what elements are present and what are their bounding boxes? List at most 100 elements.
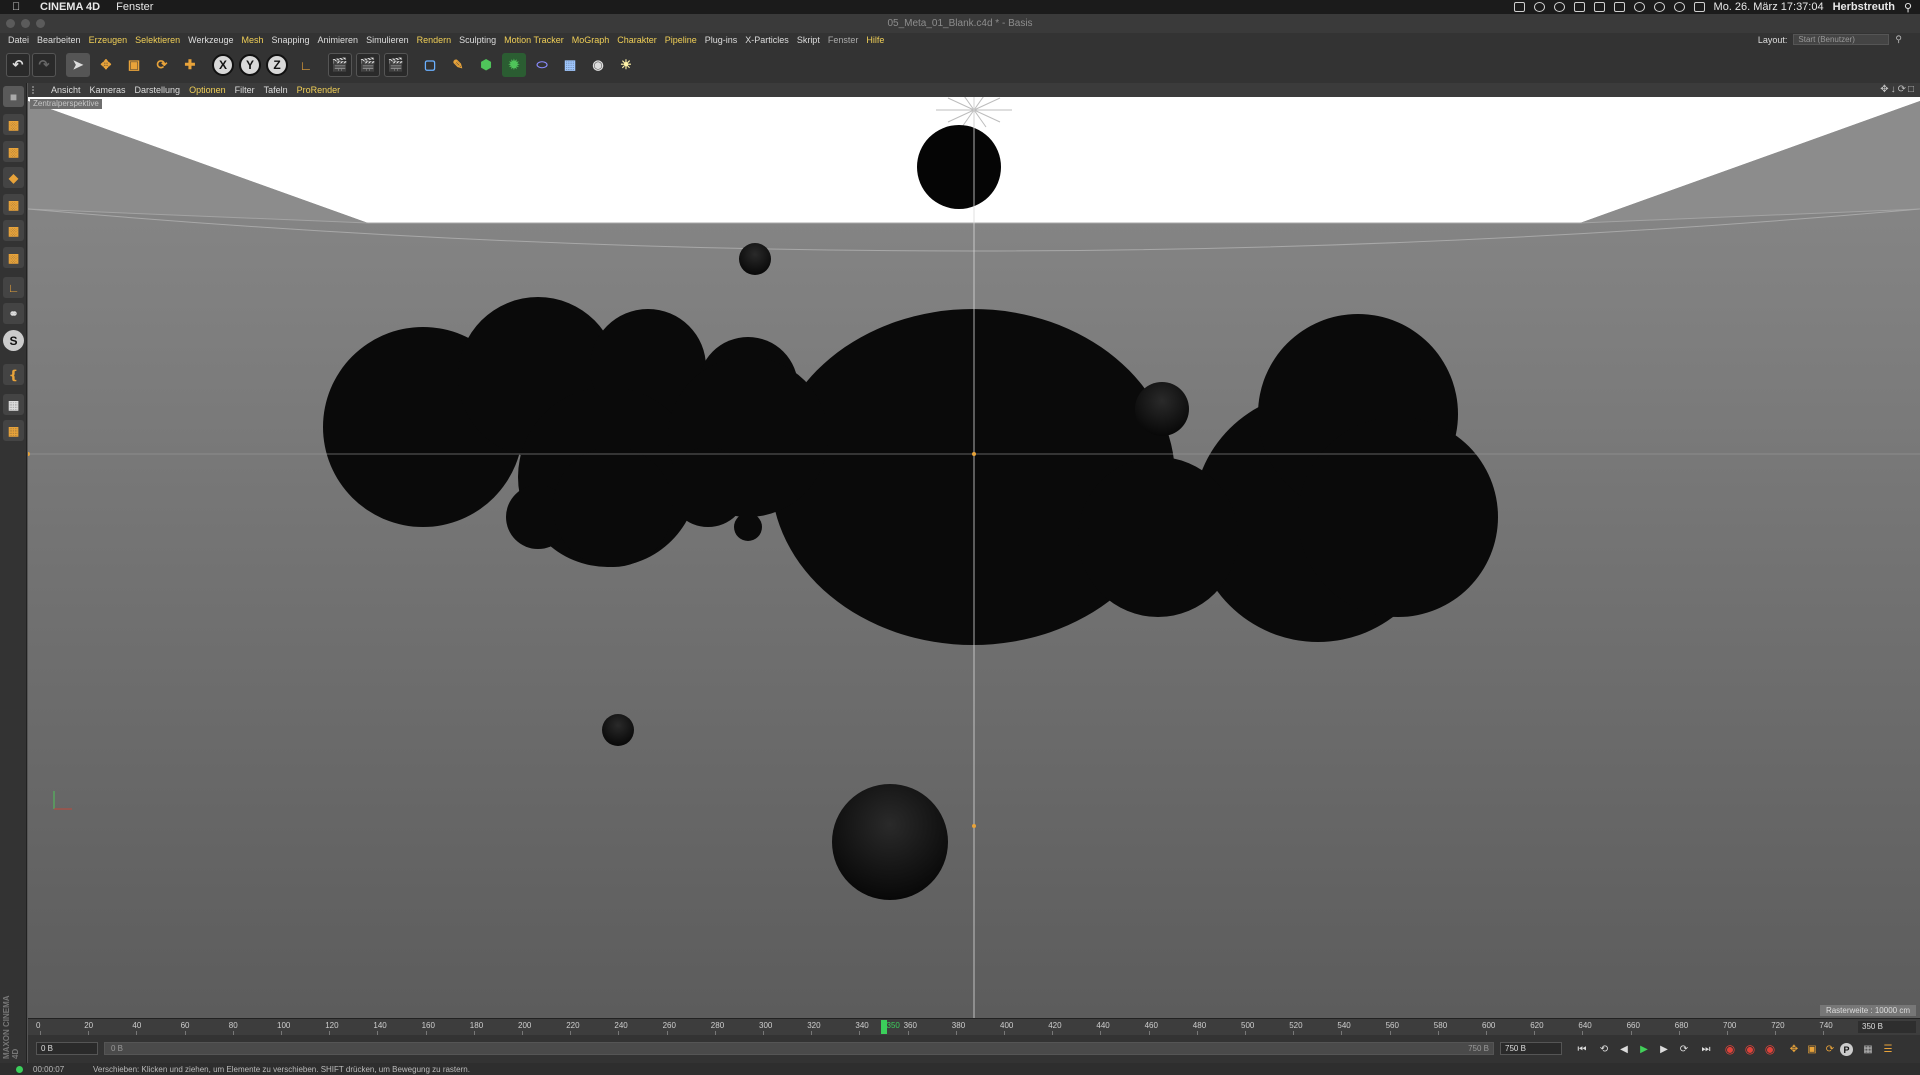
small-sphere-upper[interactable] xyxy=(739,243,771,275)
vp-menu-ansicht[interactable]: Ansicht xyxy=(51,85,81,95)
menu-hilfe[interactable]: Hilfe xyxy=(866,35,884,45)
menu-mesh[interactable]: Mesh xyxy=(241,35,263,45)
y-axis-lock-icon[interactable]: Y xyxy=(239,54,261,76)
location-icon[interactable] xyxy=(1553,2,1565,12)
camera-label[interactable]: Zentralperspektive xyxy=(30,99,102,109)
vp-menu-darstellung[interactable]: Darstellung xyxy=(135,85,181,95)
floor-icon[interactable]: ▦ xyxy=(558,53,582,77)
menu-snapping[interactable]: Snapping xyxy=(272,35,310,45)
bottom-sphere[interactable] xyxy=(832,784,948,900)
texture-mode-icon[interactable]: ▩ xyxy=(3,141,24,162)
volume-icon[interactable] xyxy=(1693,2,1705,12)
previous-key-icon[interactable]: ⟲ xyxy=(1596,1041,1612,1057)
app-name-menu[interactable]: CINEMA 4D xyxy=(40,1,100,13)
record-active-objects-icon[interactable]: ◉ xyxy=(1722,1041,1738,1057)
fenster-menu[interactable]: Fenster xyxy=(116,1,153,13)
scheme-menu-icon[interactable]: ☰ xyxy=(1880,1041,1896,1057)
metaball-small-sphere[interactable] xyxy=(1135,382,1189,436)
magnet-icon[interactable]: ❴ xyxy=(3,364,24,385)
make-editable-icon[interactable]: ■ xyxy=(3,86,24,107)
apple-icon[interactable]:  xyxy=(12,1,26,13)
user-name[interactable]: Herbstreuth xyxy=(1833,1,1895,13)
parameter-key-icon[interactable]: P xyxy=(1840,1043,1853,1056)
menu-datei[interactable]: Datei xyxy=(8,35,29,45)
play-icon[interactable]: ▶ xyxy=(1636,1041,1652,1057)
minimize-window-button[interactable] xyxy=(21,19,30,28)
time-machine-icon[interactable] xyxy=(1633,2,1645,12)
edges-mode-icon[interactable]: ▩ xyxy=(3,220,24,241)
vp-menu-prorender[interactable]: ProRender xyxy=(297,85,341,95)
menu-plugins[interactable]: Plug-ins xyxy=(705,35,738,45)
top-sphere[interactable] xyxy=(917,125,1001,209)
battery-icon[interactable] xyxy=(1613,2,1625,12)
subdivision-icon[interactable]: ⬢ xyxy=(474,53,498,77)
go-to-start-icon[interactable]: ⏮ xyxy=(1574,1041,1590,1057)
planar-workplane-icon[interactable]: ▦ xyxy=(3,420,24,441)
render-view-icon[interactable]: 🎬 xyxy=(328,53,352,77)
zoom-window-button[interactable] xyxy=(36,19,45,28)
x-axis-lock-icon[interactable]: X xyxy=(212,54,234,76)
undo-icon[interactable]: ↶ xyxy=(6,53,30,77)
menu-pipeline[interactable]: Pipeline xyxy=(665,35,697,45)
coordinate-system-icon[interactable]: ∟ xyxy=(294,53,318,77)
menu-simulieren[interactable]: Simulieren xyxy=(366,35,409,45)
check-icon[interactable] xyxy=(1513,2,1525,12)
autokey-icon[interactable]: ◉ xyxy=(1742,1041,1758,1057)
3d-viewport[interactable]: Zentralperspektive Rasterweite : 10000 c… xyxy=(28,97,1920,1018)
next-frame-icon[interactable]: ▶ xyxy=(1656,1041,1672,1057)
polygons-mode-icon[interactable]: ▩ xyxy=(3,247,24,268)
keyframe-selection-icon[interactable]: ◉ xyxy=(1762,1041,1778,1057)
camera-icon[interactable]: ◉ xyxy=(586,53,610,77)
previous-frame-icon[interactable]: ◀ xyxy=(1616,1041,1632,1057)
max-time-field[interactable]: 750 B xyxy=(1500,1042,1562,1055)
menu-skript[interactable]: Skript xyxy=(797,35,820,45)
rotation-key-icon[interactable]: ⟳ xyxy=(1822,1041,1838,1057)
go-to-end-icon[interactable]: ⏭ xyxy=(1698,1041,1714,1057)
rotate-tool-icon[interactable]: ⟳ xyxy=(150,53,174,77)
z-axis-lock-icon[interactable]: Z xyxy=(266,54,288,76)
menu-fenster[interactable]: Fenster xyxy=(828,35,859,45)
preview-range-slider[interactable]: 0 B 750 B xyxy=(104,1042,1494,1055)
vp-menu-kameras[interactable]: Kameras xyxy=(90,85,126,95)
vp-menu-tafeln[interactable]: Tafeln xyxy=(264,85,288,95)
current-time-field[interactable]: 0 B xyxy=(36,1042,98,1055)
render-picture-viewer-icon[interactable]: 🎬 xyxy=(356,53,380,77)
workplane-lock-icon[interactable]: ▦ xyxy=(3,394,24,415)
scale-tool-icon[interactable]: ▣ xyxy=(122,53,146,77)
next-key-icon[interactable]: ⟳ xyxy=(1676,1041,1692,1057)
cube-primitive-icon[interactable]: ▢ xyxy=(418,53,442,77)
move-tool-icon[interactable]: ✥ xyxy=(94,53,118,77)
menu-bearbeiten[interactable]: Bearbeiten xyxy=(37,35,81,45)
menu-erzeugen[interactable]: Erzeugen xyxy=(89,35,128,45)
spotlight-search-icon[interactable]: ⚲ xyxy=(1904,1,1912,14)
render-settings-icon[interactable]: 🎬 xyxy=(384,53,408,77)
menu-sculpting[interactable]: Sculpting xyxy=(459,35,496,45)
viewport-navigation-icons[interactable]: ✥↓⟳□ xyxy=(1880,84,1916,95)
end-frame-field[interactable]: 350 B xyxy=(1858,1021,1916,1033)
menu-x-particles[interactable]: X-Particles xyxy=(745,35,789,45)
clock-text[interactable]: Mo. 26. März 17:37:04 xyxy=(1714,1,1824,13)
last-tool-icon[interactable]: ✚ xyxy=(178,53,202,77)
point-level-animation-icon[interactable]: ▦ xyxy=(1860,1041,1876,1057)
workplane-icon[interactable]: ◆ xyxy=(3,167,24,188)
snap-icon[interactable]: S xyxy=(3,330,24,351)
display-icon[interactable] xyxy=(1593,2,1605,12)
menu-animieren[interactable]: Animieren xyxy=(318,35,359,45)
menu-charakter[interactable]: Charakter xyxy=(617,35,657,45)
vp-menu-optionen[interactable]: Optionen xyxy=(189,85,226,95)
bluetooth-icon[interactable] xyxy=(1653,2,1665,12)
small-sphere-lower[interactable] xyxy=(602,714,634,746)
light-icon[interactable]: ☀ xyxy=(614,53,638,77)
select-tool-icon[interactable]: ➤ xyxy=(66,53,90,77)
axis-mode-icon[interactable]: ∟ xyxy=(3,277,24,298)
creative-cloud-icon[interactable] xyxy=(1533,2,1545,12)
timeline-ruler[interactable]: 350 B 0 20 40 60 80 100 120 140 160 180 200 220 240 2… xyxy=(28,1018,1920,1036)
menu-rendern[interactable]: Rendern xyxy=(417,35,452,45)
menu-selektieren[interactable]: Selektieren xyxy=(135,35,180,45)
scale-key-icon[interactable]: ▣ xyxy=(1804,1041,1820,1057)
menu-mograph[interactable]: MoGraph xyxy=(572,35,610,45)
position-key-icon[interactable]: ✥ xyxy=(1786,1041,1802,1057)
layout-select[interactable]: Start (Benutzer) xyxy=(1793,34,1890,45)
tweak-mode-icon[interactable]: ⚭ xyxy=(3,303,24,324)
menu-motion-tracker[interactable]: Motion Tracker xyxy=(504,35,564,45)
